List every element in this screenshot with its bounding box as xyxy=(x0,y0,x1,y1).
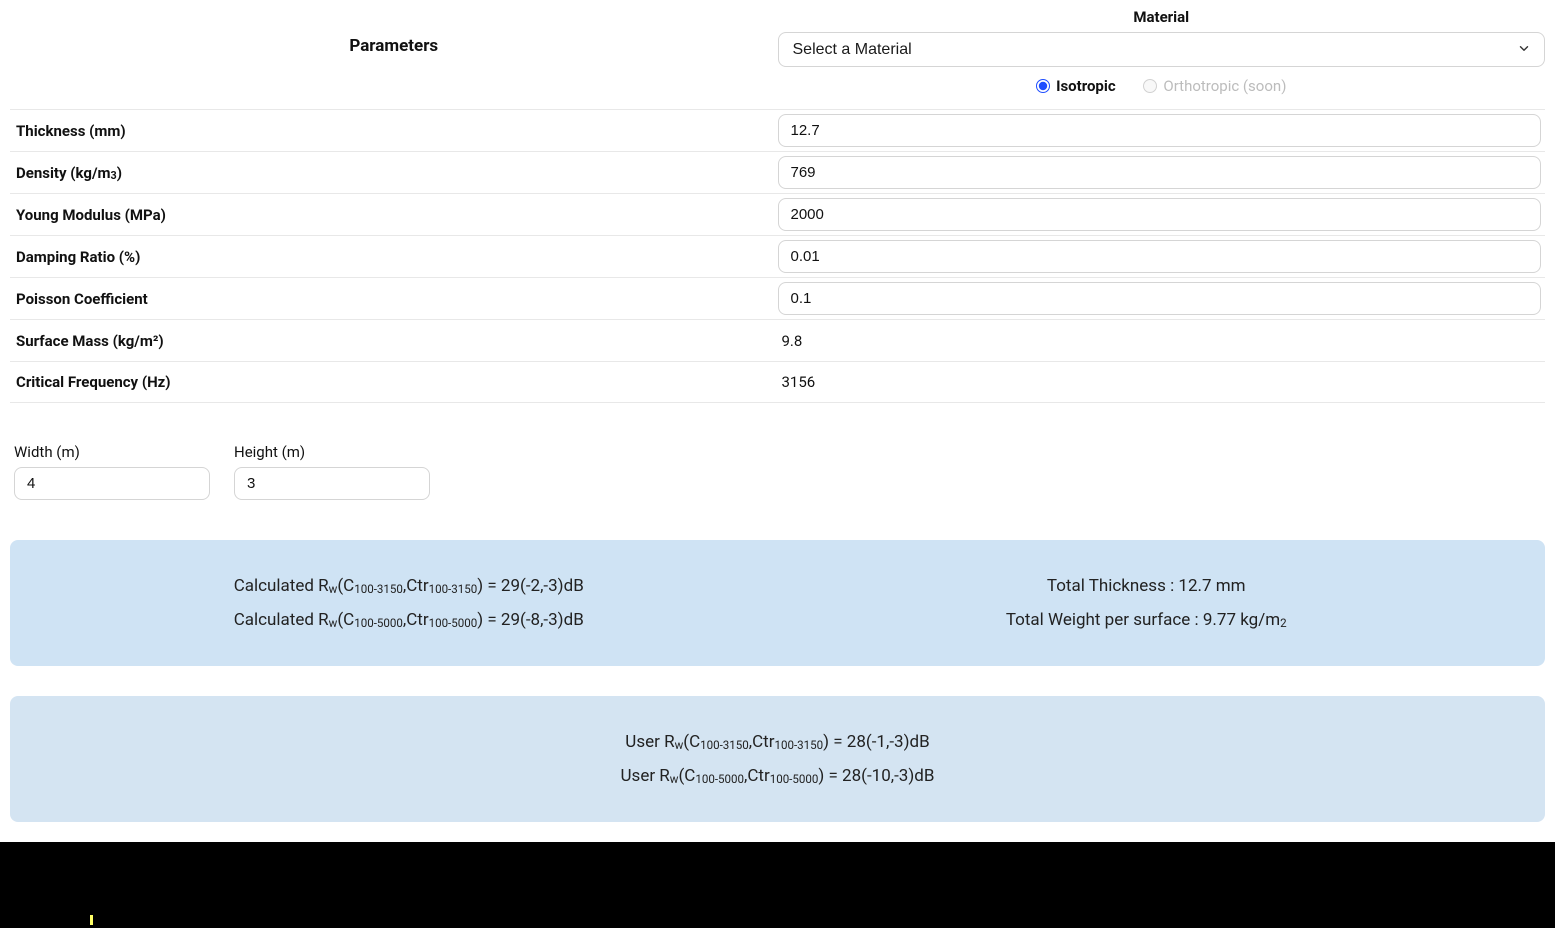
surface-mass-value: 9.8 xyxy=(778,332,1542,350)
orthotropic-radio-label: Orthotropic (soon) xyxy=(1143,77,1286,95)
width-label: Width (m) xyxy=(14,443,210,461)
isotropic-radio[interactable] xyxy=(1036,79,1050,93)
width-input[interactable] xyxy=(14,467,210,500)
damping-ratio-label: Damping Ratio (%) xyxy=(10,248,778,266)
poisson-label: Poisson Coefficient xyxy=(10,290,778,308)
user-rw-5000: User Rw(C100-5000,Ctr100-5000) = 28(-10,… xyxy=(40,766,1515,786)
damping-ratio-input[interactable] xyxy=(778,240,1542,273)
height-input[interactable] xyxy=(234,467,430,500)
calc-rw-5000: Calculated Rw(C100-5000,Ctr100-5000) = 2… xyxy=(40,610,778,630)
material-select[interactable]: Select a Material xyxy=(778,32,1546,67)
isotropic-radio-label[interactable]: Isotropic xyxy=(1036,77,1116,95)
user-results-card: User Rw(C100-3150,Ctr100-3150) = 28(-1,-… xyxy=(10,696,1545,822)
total-thickness: Total Thickness : 12.7 mm xyxy=(778,576,1516,596)
height-label: Height (m) xyxy=(234,443,430,461)
calc-rw-3150: Calculated Rw(C100-3150,Ctr100-3150) = 2… xyxy=(40,576,778,596)
density-input[interactable] xyxy=(778,156,1542,189)
dimensions-row: Width (m) Height (m) xyxy=(10,443,1545,500)
thickness-input[interactable] xyxy=(778,114,1542,147)
bottom-black-strip xyxy=(0,842,1555,928)
young-modulus-label: Young Modulus (MPa) xyxy=(10,206,778,224)
parameters-header: Parameters Material Select a Material Is… xyxy=(10,8,1545,97)
user-rw-3150: User Rw(C100-3150,Ctr100-3150) = 28(-1,-… xyxy=(40,732,1515,752)
critical-freq-label: Critical Frequency (Hz) xyxy=(10,373,778,391)
density-label: Density (kg/m3) xyxy=(10,164,778,182)
total-weight: Total Weight per surface : 9.77 kg/m2 xyxy=(778,610,1516,630)
orthotropic-text: Orthotropic (soon) xyxy=(1163,77,1286,95)
critical-freq-value: 3156 xyxy=(778,373,1542,391)
poisson-input[interactable] xyxy=(778,282,1542,315)
yellow-marker-icon xyxy=(90,915,93,925)
isotropic-text: Isotropic xyxy=(1056,77,1116,95)
material-title: Material xyxy=(778,8,1546,26)
parameters-title: Parameters xyxy=(10,36,778,56)
thickness-label: Thickness (mm) xyxy=(10,122,778,140)
orthotropic-radio xyxy=(1143,79,1157,93)
surface-mass-label: Surface Mass (kg/m²) xyxy=(10,332,778,350)
young-modulus-input[interactable] xyxy=(778,198,1542,231)
parameters-table: Thickness (mm) Density (kg/m3) Young Mod… xyxy=(10,109,1545,403)
calculated-results-card: Calculated Rw(C100-3150,Ctr100-3150) = 2… xyxy=(10,540,1545,666)
